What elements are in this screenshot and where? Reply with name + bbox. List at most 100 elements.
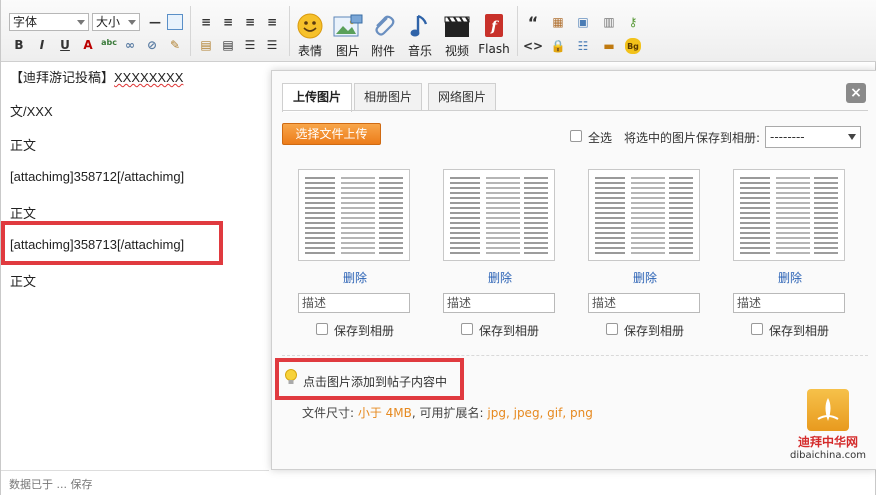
align-justify-icon[interactable]: ≡ <box>264 14 280 30</box>
save-to-album-checkbox[interactable] <box>606 323 618 335</box>
flash-button[interactable]: f Flash <box>474 12 514 56</box>
hide-content-icon[interactable]: ▦ <box>550 14 566 30</box>
paragraph-icon[interactable]: ▤ <box>198 37 214 53</box>
unlink-icon[interactable]: ⊘ <box>144 37 160 53</box>
index-icon[interactable]: ▥ <box>601 14 617 30</box>
save-to-album-label: 将选中的图片保存到相册: <box>624 131 761 145</box>
editor-body[interactable]: 【迪拜游记投稿】XXXXXXXX 文/XXX 正文 [attachimg]358… <box>1 62 269 470</box>
lightbulb-icon <box>284 368 298 389</box>
save-to-album-checkbox[interactable] <box>751 323 763 335</box>
image-thumbnail[interactable] <box>588 169 700 261</box>
flash-icon: f <box>479 12 509 40</box>
image-thumbnail[interactable] <box>733 169 845 261</box>
key-icon[interactable]: ⚷ <box>625 14 641 30</box>
password-icon[interactable]: ▬ <box>601 38 617 54</box>
attachment-button[interactable]: 附件 <box>363 12 403 59</box>
editor-line: 【迪拜游记投稿】XXXXXXXX <box>10 67 183 86</box>
font-family-select[interactable]: 字体 <box>9 13 89 31</box>
smiley-icon <box>295 12 325 40</box>
link-icon[interactable]: ∞ <box>122 37 138 53</box>
select-all-checkbox[interactable] <box>570 130 582 142</box>
save-to-album-checkbox[interactable] <box>461 323 473 335</box>
image-button[interactable]: 图片 <box>328 12 368 59</box>
font-color-icon[interactable]: A <box>80 37 96 53</box>
horizontal-rule-icon[interactable]: — <box>147 14 163 30</box>
save-to-album-row: 保存到相册 <box>733 322 847 338</box>
spellcheck-icon[interactable]: abc <box>101 34 117 50</box>
editor-line: 正文 <box>10 206 37 221</box>
ordered-list-icon[interactable]: ☰ <box>242 37 258 53</box>
editor-line: [attachimg]358712[/attachimg] <box>10 169 185 184</box>
select-all-label: 全选 <box>588 131 613 145</box>
click-to-insert-hint: 点击图片添加到帖子内容中 <box>303 375 448 389</box>
free-content-icon[interactable]: ▣ <box>575 14 591 30</box>
description-input[interactable]: 描述 <box>443 293 555 313</box>
editor-line: 正文 <box>10 138 37 153</box>
clear-format-icon[interactable]: ✎ <box>167 37 183 53</box>
align-right-icon[interactable]: ≡ <box>242 14 258 30</box>
attachment-label: 附件 <box>370 44 395 58</box>
status-bar: 数据已于 ... 保存 <box>1 470 269 495</box>
image-upload-dialog: 上传图片 相册图片 网络图片 × 选择文件上传 全选 将选中的图片保存到相册: … <box>271 70 876 470</box>
bold-icon[interactable]: B <box>11 37 27 53</box>
image-thumbnail[interactable] <box>443 169 555 261</box>
video-label: 视频 <box>444 44 469 58</box>
album-select[interactable]: -------- <box>765 126 861 148</box>
delete-link[interactable]: 删除 <box>298 269 412 285</box>
delete-link[interactable]: 删除 <box>443 269 557 285</box>
paperclip-icon <box>368 12 398 40</box>
save-to-album-text: 保存到相册 <box>624 324 685 338</box>
save-to-album-checkbox[interactable] <box>316 323 328 335</box>
description-input[interactable]: 描述 <box>298 293 410 313</box>
save-to-album-text: 保存到相册 <box>479 324 540 338</box>
music-button[interactable]: 音乐 <box>400 12 440 59</box>
image-thumbnail[interactable] <box>298 169 410 261</box>
tab-upload-image[interactable]: 上传图片 <box>282 83 352 112</box>
emoticon-button[interactable]: 表情 <box>290 12 330 59</box>
page-break-icon[interactable]: ☷ <box>575 38 591 54</box>
file-info: 文件尺寸: 小于 4MB, 可用扩展名: jpg, jpeg, gif, png <box>302 404 593 421</box>
unordered-list-icon[interactable]: ☰ <box>264 37 280 53</box>
align-center-icon[interactable]: ≡ <box>220 14 236 30</box>
delete-link[interactable]: 删除 <box>733 269 847 285</box>
editor-window: 字体 大小 — B I U A abc ∞ ⊘ ✎ ≡ ≡ ≡ ≡ ▤ ▤ ☰ … <box>0 0 876 495</box>
file-size-label: 文件尺寸: <box>302 406 358 420</box>
highlight-box <box>1 221 223 265</box>
underline-icon[interactable]: U <box>57 37 73 53</box>
indent-icon[interactable]: ▤ <box>220 37 236 53</box>
quote-icon[interactable]: “ <box>525 13 541 32</box>
close-icon[interactable]: × <box>846 83 866 103</box>
table-icon[interactable] <box>167 14 183 30</box>
emoticon-label: 表情 <box>297 44 322 58</box>
watermark-cn: 迪拜中华网 <box>797 435 858 449</box>
extensions-label: , 可用扩展名: <box>411 406 488 420</box>
image-card: 删除 描述 保存到相册 <box>733 169 847 338</box>
tab-web-image[interactable]: 网络图片 <box>428 83 496 111</box>
video-button[interactable]: 视频 <box>437 12 477 59</box>
description-input[interactable]: 描述 <box>588 293 700 313</box>
italic-icon[interactable]: I <box>34 37 50 53</box>
align-left-icon[interactable]: ≡ <box>198 14 214 30</box>
description-input[interactable]: 描述 <box>733 293 845 313</box>
delete-link[interactable]: 删除 <box>588 269 702 285</box>
font-size-select[interactable]: 大小 <box>92 13 140 31</box>
lock-icon[interactable]: 🔒 <box>550 38 566 54</box>
title-placeholder: XXXXXXXX <box>114 70 184 85</box>
select-file-upload-button[interactable]: 选择文件上传 <box>282 123 381 145</box>
tab-album-image[interactable]: 相册图片 <box>354 83 422 111</box>
code-icon[interactable]: <> <box>523 38 543 54</box>
watermark-en: dibaichina.com <box>790 450 866 461</box>
flash-label: Flash <box>478 42 510 56</box>
autosave-status: 数据已于 ... 保存 <box>9 478 93 491</box>
section-divider <box>282 355 868 356</box>
video-clapper-icon <box>442 12 472 40</box>
chevron-down-icon <box>848 134 856 140</box>
background-music-icon[interactable]: Bg <box>625 38 641 54</box>
font-family-label: 字体 <box>13 15 38 29</box>
image-card: 删除 描述 保存到相册 <box>443 169 557 338</box>
file-size-value: 小于 4MB <box>357 406 412 420</box>
editor-line: 正文 <box>10 274 37 289</box>
music-label: 音乐 <box>407 44 432 58</box>
image-card: 删除 描述 保存到相册 <box>298 169 412 338</box>
music-note-icon <box>405 12 435 40</box>
